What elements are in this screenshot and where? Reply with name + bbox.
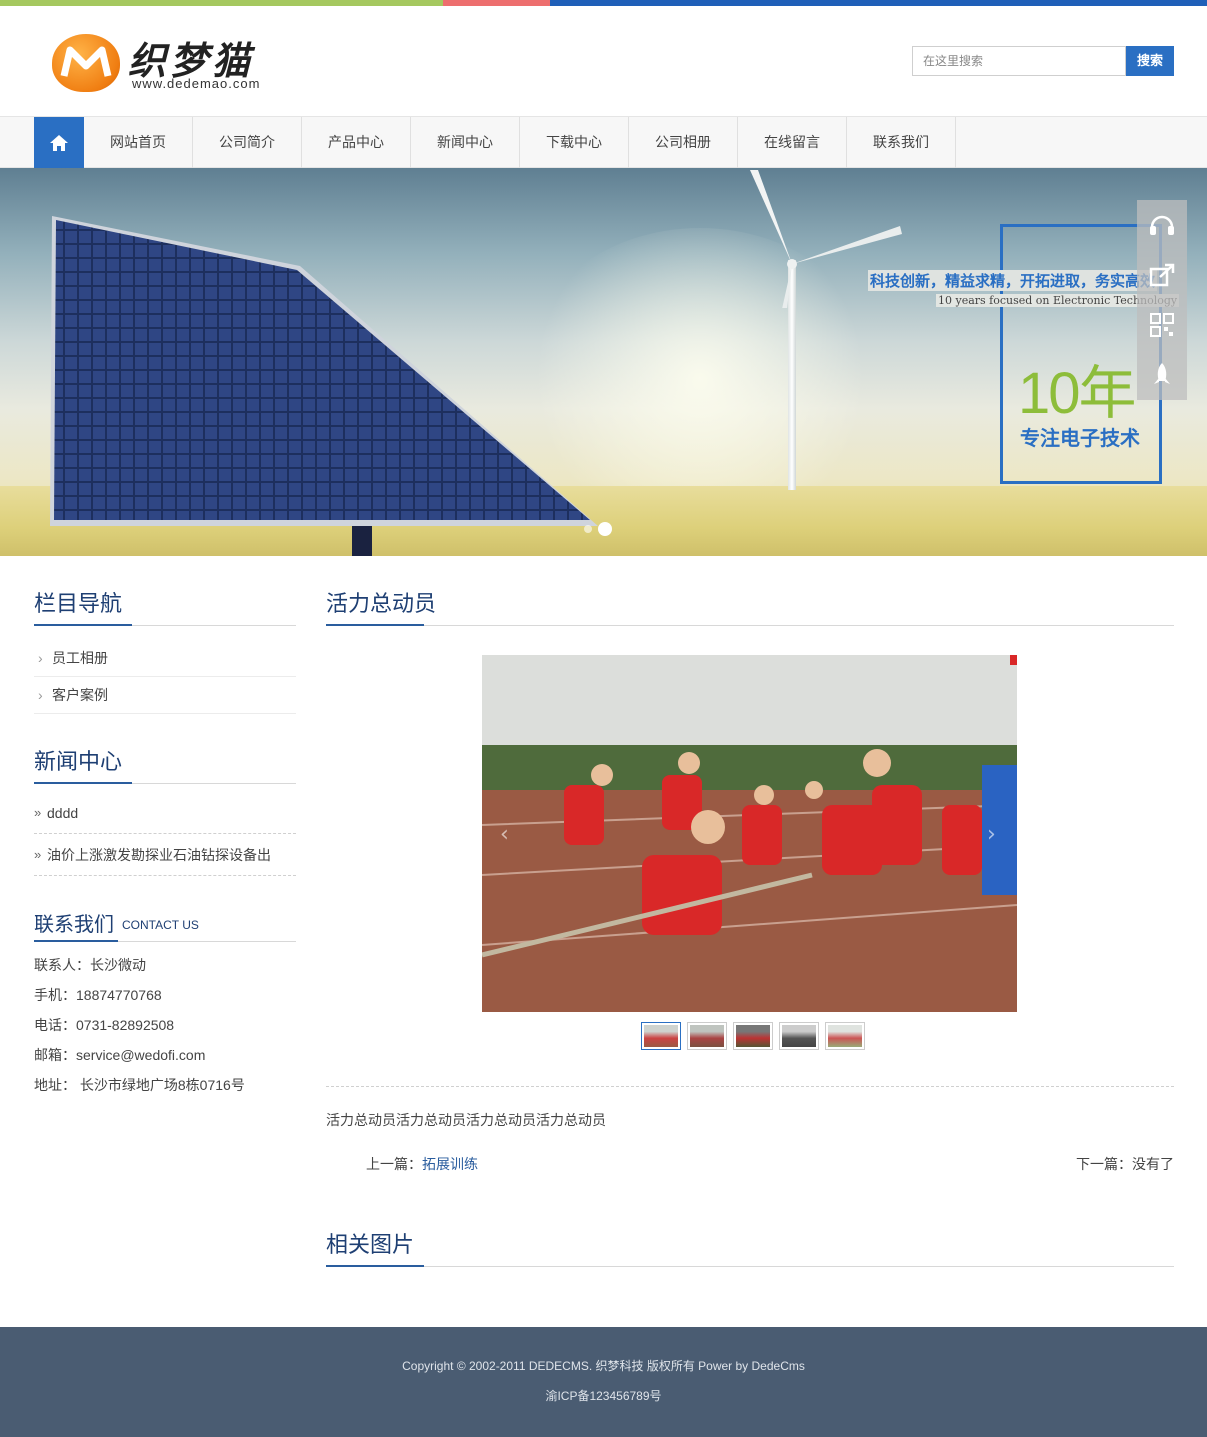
slider-dot[interactable] [584,525,592,533]
column-nav-header: 栏目导航 [34,556,296,626]
svg-text:›: › [987,822,996,847]
contact-email: 邮箱：service@wedofi.com [34,1047,206,1063]
next-article: 下一篇：没有了 [1076,1156,1174,1172]
news-header: 新闻中心 [34,724,296,784]
main-nav: 网站首页 公司简介 产品中心 新闻中心 下载中心 公司相册 在线留言 联系我们 [0,116,1207,168]
contact-person: 联系人：长沙微动 [34,957,146,973]
banner-big-text: 10年 [1018,361,1137,426]
contact-header: 联系我们 CONTACT US [34,902,296,942]
prev-label: 上一篇： [366,1156,422,1172]
contact-title-en: CONTACT US [122,918,199,932]
nav-item-message[interactable]: 在线留言 [738,117,847,168]
contact-mobile: 手机：18874770768 [34,987,162,1003]
footer: Copyright © 2002-2011 DEDECMS. 织梦科技 版权所有… [0,1327,1207,1437]
svg-text:‹: ‹ [500,822,509,847]
nav-item-home[interactable]: 网站首页 [84,117,193,168]
news-title: 新闻中心 [34,749,123,774]
contact-title: 联系我们 [34,914,114,936]
solar-panel [50,216,598,556]
nav-item-album[interactable]: 公司相册 [629,117,738,168]
photo-viewer: ‹ › [482,655,1017,1012]
slider-dot-active[interactable] [598,522,612,536]
banner-slogan: 科技创新，精益求精，开拓进取，务实高效 [868,270,1158,291]
logo-url: www.dedemao.com [132,76,261,91]
floating-toolbar [1137,200,1187,400]
share-icon[interactable] [1137,250,1187,300]
main-content: 活力总动员 ‹ › 活力总动员活力总动员活力总动员活力总动员 上一篇：拓展训练 … [326,556,1174,1267]
thumbnail[interactable] [733,1022,773,1050]
thumbnail[interactable] [641,1022,681,1050]
contact-address: 地址： 长沙市绿地广场8栋0716号 [34,1077,245,1093]
nav-item-downloads[interactable]: 下载中心 [520,117,629,168]
news-item[interactable]: dddd [34,792,296,834]
search-input[interactable]: 在这里搜索 [912,46,1126,76]
slider-dots [584,522,612,536]
thumbnail[interactable] [687,1022,727,1050]
search-button[interactable]: 搜索 [1126,46,1174,76]
prev-article: 上一篇：拓展训练 [366,1154,478,1174]
nav-item-products[interactable]: 产品中心 [302,117,411,168]
related-title: 相关图片 [326,1232,415,1257]
footer-copyright: Copyright © 2002-2011 DEDECMS. 织梦科技 版权所有… [402,1359,805,1373]
cat-logo-icon [52,34,120,92]
tug-of-war-photo: ‹ › [482,655,1017,1012]
thumbnail[interactable] [779,1022,819,1050]
column-nav-title: 栏目导航 [34,591,123,616]
nav-item-news[interactable]: 新闻中心 [411,117,520,168]
left-sidebar: 栏目导航 员工相册 客户案例 新闻中心 dddd 油价上涨激发勘探业石油钻探设备… [34,556,296,1100]
article-body: 活力总动员活力总动员活力总动员活力总动员 [326,1112,606,1128]
nav-item-about[interactable]: 公司简介 [193,117,302,168]
nav-item-contact[interactable]: 联系我们 [847,117,956,168]
customer-service-icon[interactable] [1137,200,1187,250]
thumbnail[interactable] [825,1022,865,1050]
footer-icp[interactable]: 渝ICP备123456789号 [0,1381,1207,1411]
qrcode-icon[interactable] [1137,300,1187,350]
site-logo[interactable]: 织梦猫 www.dedemao.com [52,30,282,96]
related-header: 相关图片 [326,1197,1174,1267]
banner-sub-text: 专注电子技术 [1020,428,1140,450]
article-header: 活力总动员 [326,556,1174,626]
thumbnail-strip [641,1022,865,1050]
divider [326,1086,1174,1087]
prev-article-link[interactable]: 拓展训练 [422,1156,478,1172]
home-icon[interactable] [34,117,84,168]
hero-banner: 科技创新，精益求精，开拓进取，务实高效 10 years focused on … [0,168,1207,556]
header: 织梦猫 www.dedemao.com 在这里搜索 搜索 [0,6,1207,116]
search-box: 在这里搜索 搜索 [912,46,1174,76]
news-item[interactable]: 油价上涨激发勘探业石油钻探设备出 [34,834,296,876]
sidebar-item-cases[interactable]: 客户案例 [34,677,296,714]
article-title: 活力总动员 [326,591,437,616]
sidebar-item-staff-album[interactable]: 员工相册 [34,640,296,677]
contact-phone: 电话：0731-82892508 [34,1017,175,1033]
back-to-top-rocket-icon[interactable] [1137,350,1187,400]
